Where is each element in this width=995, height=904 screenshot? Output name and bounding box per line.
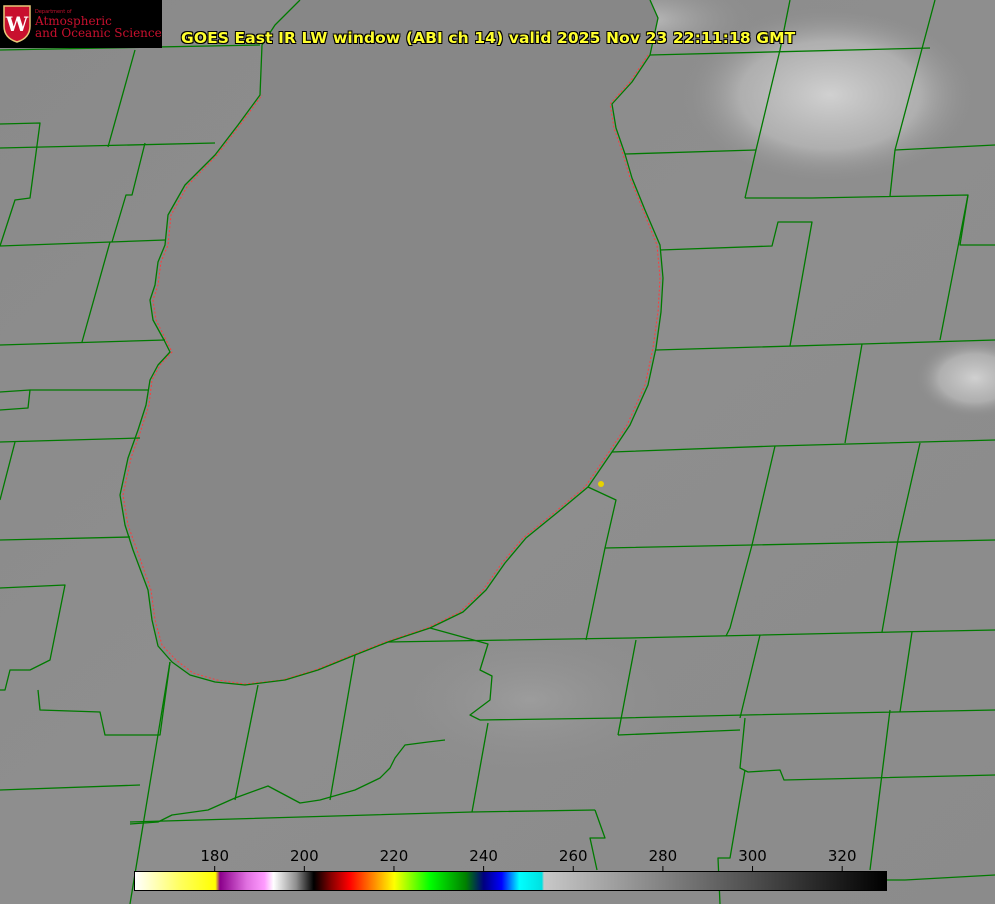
colorbar-tick-label: 280 [648, 847, 678, 865]
colorbar-tick-label: 300 [738, 847, 767, 865]
colorbar-tick-label: 260 [558, 847, 588, 865]
colorbar-tick-label: 200 [289, 847, 319, 865]
colorbar-tick-label: 240 [469, 847, 498, 865]
colorbar-tick-label: 180 [200, 847, 229, 865]
university-seal-icon: W [3, 5, 31, 43]
cloud-patch-south [370, 620, 690, 780]
svg-text:W: W [5, 12, 29, 36]
satellite-image-view: W Department of Atmospheric and Oceanic … [0, 0, 995, 904]
logo-line-oceanic: and Oceanic Sciences [35, 26, 162, 40]
ir-satellite-map [0, 0, 995, 904]
temperature-colorbar [134, 871, 887, 891]
colorbar-tick-label: 320 [827, 847, 857, 865]
colorbar-tick-label: 220 [379, 847, 409, 865]
site-marker [598, 481, 604, 487]
uw-aos-logo: W Department of Atmospheric and Oceanic … [0, 0, 162, 48]
image-title: GOES East IR LW window (ABI ch 14) valid… [181, 29, 796, 47]
